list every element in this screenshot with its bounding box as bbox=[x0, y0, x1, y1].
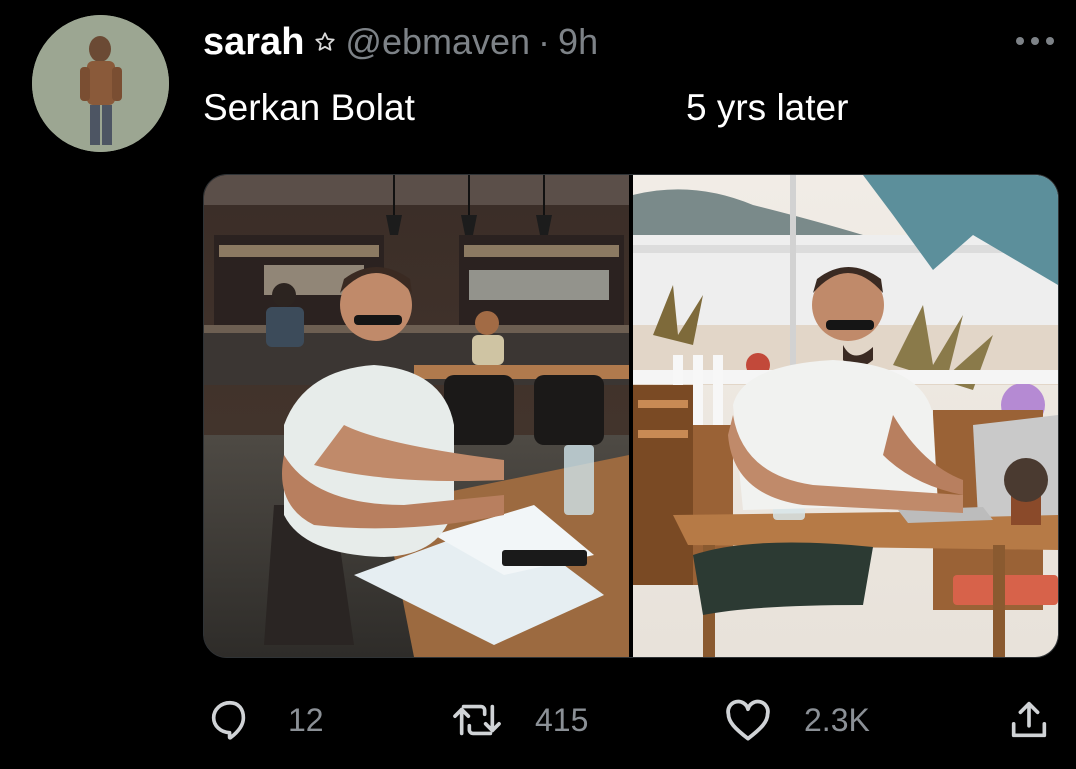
photo-restaurant[interactable] bbox=[204, 175, 629, 657]
tweet-text-left: Serkan Bolat bbox=[203, 87, 415, 128]
tweet-header: sarah @ebmaven · 9h bbox=[203, 16, 598, 68]
photo-beach[interactable] bbox=[633, 175, 1058, 657]
tweet-actions: 12 415 2.3K bbox=[0, 690, 1076, 750]
like-button[interactable]: 2.3K bbox=[724, 690, 870, 750]
share-button[interactable] bbox=[1006, 690, 1052, 750]
heart-icon bbox=[726, 699, 770, 741]
like-count: 2.3K bbox=[804, 701, 870, 738]
user-handle[interactable]: @ebmaven bbox=[345, 21, 530, 63]
retweet-count: 415 bbox=[535, 701, 589, 738]
reply-button[interactable]: 12 bbox=[206, 690, 324, 750]
reply-icon bbox=[211, 700, 246, 740]
avatar-photo bbox=[32, 15, 169, 152]
retweet-icon bbox=[453, 704, 501, 736]
more-options-icon[interactable] bbox=[1012, 33, 1058, 49]
media-grid bbox=[203, 174, 1059, 658]
reply-count: 12 bbox=[288, 701, 324, 738]
star-icon bbox=[314, 31, 336, 53]
avatar[interactable] bbox=[32, 15, 169, 152]
share-icon bbox=[1011, 701, 1047, 738]
retweet-button[interactable]: 415 bbox=[451, 690, 588, 750]
tweet-text-right: 5 yrs later bbox=[686, 87, 849, 128]
display-name[interactable]: sarah bbox=[203, 21, 304, 64]
timestamp[interactable]: 9h bbox=[558, 21, 598, 63]
separator-dot: · bbox=[538, 21, 551, 62]
